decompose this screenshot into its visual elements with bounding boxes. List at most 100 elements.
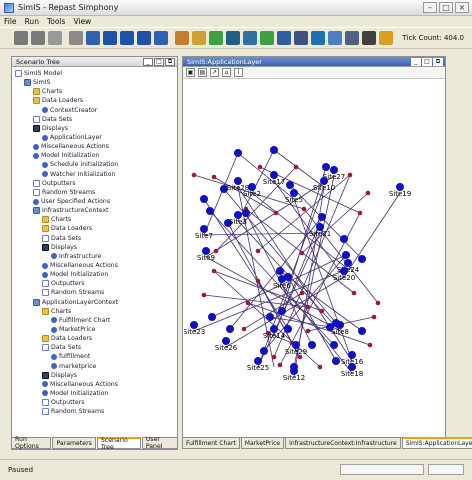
tree-node[interactable]: Schedule Initialization — [15, 160, 177, 169]
site-node[interactable] — [342, 251, 350, 259]
left-pane-tab[interactable]: User Panel — [141, 436, 178, 450]
display-maximize-icon[interactable]: □ — [422, 57, 432, 66]
home-icon[interactable]: ⌂ — [222, 68, 231, 77]
infrastructure-node[interactable] — [273, 210, 279, 216]
menu-run[interactable]: Run — [25, 17, 39, 26]
tree-node[interactable]: Data Sets — [15, 234, 177, 243]
close-icon[interactable]: × — [455, 2, 469, 13]
tree-node[interactable]: Model Initialization — [15, 151, 177, 160]
site-node[interactable] — [358, 255, 366, 263]
infrastructure-node[interactable] — [301, 206, 307, 212]
infrastructure-node[interactable] — [293, 164, 299, 170]
sun-icon[interactable] — [379, 31, 393, 45]
site-node[interactable] — [308, 341, 316, 349]
tree-node[interactable]: Outputters — [15, 279, 177, 288]
tree-node[interactable]: marketprice — [15, 362, 177, 371]
display-restore-icon[interactable]: ⧉ — [433, 57, 443, 66]
site-node[interactable] — [260, 347, 268, 355]
tree-node[interactable]: InfrastructureContext — [15, 206, 177, 215]
infrastructure-node[interactable] — [191, 172, 197, 178]
tree-node[interactable]: Miscellaneous Actions — [15, 380, 177, 389]
tree-node[interactable]: Miscellaneous Actions — [15, 142, 177, 151]
stop-icon[interactable] — [137, 31, 151, 45]
tree-node[interactable]: Data Sets — [15, 343, 177, 352]
site-node[interactable] — [270, 146, 278, 154]
monitor-icon[interactable] — [277, 31, 291, 45]
tree-node[interactable]: User Specified Actions — [15, 197, 177, 206]
menu-file[interactable]: File — [4, 17, 17, 26]
pane-minimize-icon[interactable]: _ — [143, 57, 153, 66]
tree-node[interactable]: Data Loaders — [15, 224, 177, 233]
grid-icon[interactable] — [192, 31, 206, 45]
infrastructure-node[interactable] — [367, 342, 373, 348]
menu-view[interactable]: View — [73, 17, 91, 26]
display-tab[interactable]: SimIS:ApplicationLayer — [401, 437, 472, 449]
reset-run-icon[interactable] — [154, 31, 168, 45]
tree-node[interactable]: Miscellaneous Actions — [15, 261, 177, 270]
infrastructure-node[interactable] — [351, 290, 357, 296]
chart-icon[interactable] — [175, 31, 189, 45]
infrastructure-node[interactable] — [319, 308, 325, 314]
tree-node[interactable]: Model Initialization — [15, 270, 177, 279]
tree-node[interactable]: ApplicationLayerContext — [15, 298, 177, 307]
settings-icon[interactable] — [345, 31, 359, 45]
infrastructure-node[interactable] — [375, 300, 381, 306]
tree-node[interactable]: Displays — [15, 371, 177, 380]
earth-icon[interactable] — [311, 31, 325, 45]
infrastructure-node[interactable] — [245, 300, 251, 306]
tree-node[interactable]: Fulfillment Chart — [15, 316, 177, 325]
display-tab[interactable]: InfrastructureContext:Infrastructure — [285, 437, 401, 449]
infrastructure-node[interactable] — [317, 364, 323, 370]
map-icon[interactable] — [328, 31, 342, 45]
tree-node[interactable]: SimIS — [15, 78, 177, 87]
tree-node[interactable]: Random Streams — [15, 288, 177, 297]
infrastructure-node[interactable] — [371, 314, 377, 320]
film-icon[interactable] — [362, 31, 376, 45]
site-node[interactable] — [242, 209, 250, 217]
infrastructure-node[interactable] — [241, 326, 247, 332]
tree-node[interactable]: Data Loaders — [15, 334, 177, 343]
tree-node[interactable]: Charts — [15, 87, 177, 96]
site-node[interactable] — [286, 181, 294, 189]
tree-node[interactable]: Charts — [15, 307, 177, 316]
site-node[interactable] — [206, 207, 214, 215]
tree-node[interactable]: Displays — [15, 124, 177, 133]
tree-node[interactable]: Outputters — [15, 179, 177, 188]
tree-node[interactable]: Outputters — [15, 398, 177, 407]
display-tab[interactable]: MarketPrice — [240, 437, 285, 449]
tree-node[interactable]: ApplicationLayer — [15, 133, 177, 142]
site-node[interactable] — [332, 357, 340, 365]
display-minimize-icon[interactable]: _ — [411, 57, 421, 66]
info-icon[interactable]: i — [234, 68, 243, 77]
site-node[interactable] — [340, 235, 348, 243]
tree-node[interactable]: Data Sets — [15, 115, 177, 124]
tree-node[interactable]: Data Loaders — [15, 96, 177, 105]
infrastructure-node[interactable] — [255, 278, 261, 284]
infrastructure-node[interactable] — [211, 268, 217, 274]
globe-icon[interactable] — [226, 31, 240, 45]
site-node[interactable] — [200, 195, 208, 203]
minimize-icon[interactable]: – — [423, 2, 437, 13]
database-icon[interactable] — [48, 31, 62, 45]
site-node[interactable] — [234, 149, 242, 157]
tree-node[interactable]: Infrastructure — [15, 252, 177, 261]
infrastructure-node[interactable] — [299, 290, 305, 296]
maximize-icon[interactable]: □ — [439, 2, 453, 13]
infrastructure-node[interactable] — [357, 210, 363, 216]
site-node[interactable] — [278, 307, 286, 315]
camera-icon[interactable] — [294, 31, 308, 45]
site-node[interactable] — [266, 313, 274, 321]
save-icon[interactable] — [14, 31, 28, 45]
infrastructure-node[interactable] — [305, 328, 311, 334]
select-icon[interactable]: ↗ — [210, 68, 219, 77]
tree-node[interactable]: Charts — [15, 215, 177, 224]
init-icon[interactable] — [86, 31, 100, 45]
infrastructure-node[interactable] — [213, 248, 219, 254]
network-display[interactable]: Site28Site17Site27Site10Site2Site5Site19… — [184, 81, 446, 437]
reset-icon[interactable] — [69, 31, 83, 45]
site-node[interactable] — [284, 325, 292, 333]
tree-node[interactable]: Displays — [15, 243, 177, 252]
display-tab[interactable]: Fulfillment Chart — [182, 437, 240, 449]
left-pane-tab[interactable]: Parameters — [52, 437, 96, 449]
infrastructure-node[interactable] — [305, 304, 311, 310]
